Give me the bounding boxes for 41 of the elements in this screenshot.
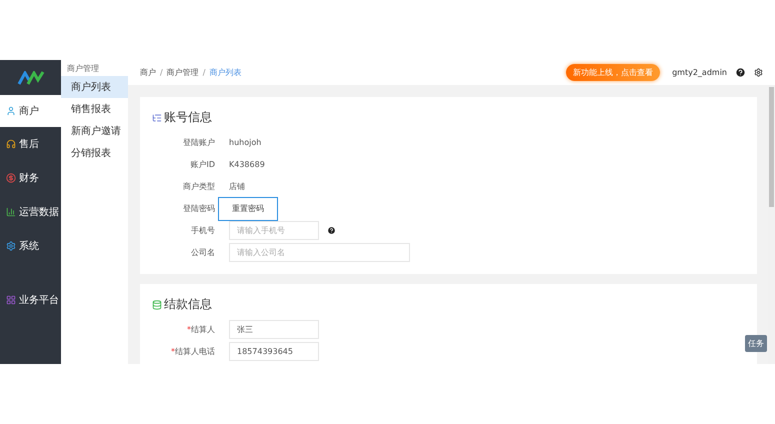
- breadcrumb-link[interactable]: 商户: [140, 67, 156, 78]
- submenu-item[interactable]: 新商户邀请: [61, 120, 128, 142]
- submenu-item[interactable]: 商户列表: [61, 76, 128, 98]
- task-button[interactable]: 任务: [745, 335, 767, 352]
- field-label: *结算人: [186, 324, 215, 335]
- sidebar-item[interactable]: 商户: [0, 95, 61, 127]
- field-label: 登陆账户: [182, 137, 215, 148]
- input-field[interactable]: 请输入公司名: [229, 243, 410, 262]
- help-icon[interactable]: [327, 226, 336, 235]
- field-label: 登陆密码: [182, 203, 215, 214]
- database-icon: [152, 300, 162, 310]
- section-title: 账号信息: [164, 109, 212, 126]
- sidebar-item[interactable]: 业务平台: [0, 283, 61, 317]
- help-icon[interactable]: [735, 67, 746, 78]
- section-title: 结款信息: [164, 296, 212, 313]
- field-value: 店铺: [229, 181, 245, 192]
- submenu-item[interactable]: 销售报表: [61, 98, 128, 120]
- input-field[interactable]: 张三: [229, 320, 319, 339]
- breadcrumb-separator: /: [202, 68, 206, 77]
- sidebar-item[interactable]: 售后: [0, 127, 61, 161]
- submenu-title: 商户管理: [66, 63, 100, 75]
- reset-password-button[interactable]: 重置密码: [218, 196, 278, 220]
- sidebar-item[interactable]: 财务: [0, 161, 61, 195]
- field-value: huhojoh: [229, 138, 262, 147]
- breadcrumb-link[interactable]: 商户管理: [166, 67, 199, 78]
- settings-icon[interactable]: [754, 68, 763, 77]
- field-label: 手机号: [190, 225, 215, 236]
- field-label: 账户ID: [189, 159, 215, 170]
- username[interactable]: gmty2_admin: [672, 68, 727, 77]
- field-label: 公司名: [190, 247, 215, 258]
- submenu-item[interactable]: 分销报表: [61, 142, 128, 164]
- field-label: 商户类型: [182, 181, 215, 192]
- input-field[interactable]: 请输入手机号: [229, 221, 319, 240]
- list-icon: [152, 112, 162, 122]
- field-label: *结算人电话: [170, 346, 215, 357]
- sidebar-item[interactable]: 系统: [0, 229, 61, 263]
- input-field[interactable]: 18574393645: [229, 342, 319, 361]
- logo-icon: [16, 70, 44, 84]
- breadcrumb-separator: /: [160, 68, 163, 77]
- sidebar-item[interactable]: 运营数据: [0, 195, 61, 229]
- field-value: K438689: [229, 160, 265, 169]
